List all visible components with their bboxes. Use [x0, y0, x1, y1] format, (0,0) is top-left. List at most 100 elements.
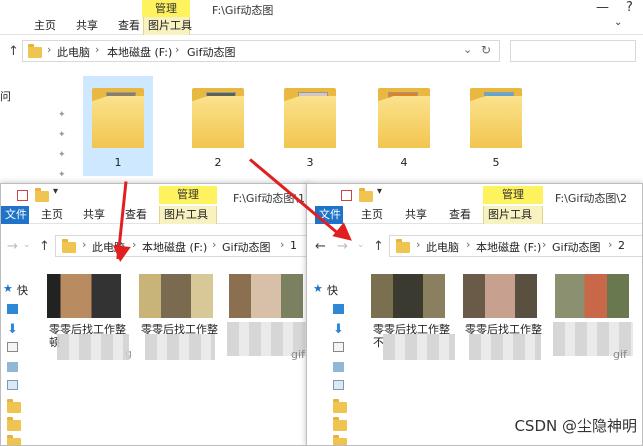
- document-icon: [7, 342, 18, 352]
- breadcrumb-gif[interactable]: Gif动态图: [187, 44, 235, 60]
- back-arrow-icon[interactable]: →: [7, 239, 18, 254]
- folder-icon: [7, 399, 21, 413]
- tab-file[interactable]: 文件: [1, 206, 29, 224]
- tab-share[interactable]: 共享: [79, 206, 109, 224]
- this-pc-icon: [333, 380, 344, 390]
- sidebar-item-quick[interactable]: 快: [327, 282, 338, 298]
- breadcrumb-folder[interactable]: 1: [290, 239, 297, 252]
- folder-label: 3: [306, 156, 314, 169]
- tab-home[interactable]: 主页: [357, 206, 387, 224]
- blurred-text: [57, 334, 129, 360]
- dropdown-icon[interactable]: ⌄: [463, 43, 472, 56]
- tab-home[interactable]: 主页: [30, 17, 60, 35]
- recent-dropdown-icon[interactable]: ⌄: [357, 240, 365, 250]
- folder-icon: [333, 399, 347, 413]
- folder-1-window: ▾ 管理 F:\Gif动态图\1 文件 主页 共享 查看 图片工具 → ⌄ ↑ …: [0, 183, 310, 446]
- pin-icon: ✦: [58, 150, 66, 160]
- document-icon: [333, 342, 344, 352]
- search-input[interactable]: [510, 40, 636, 62]
- new-folder-icon[interactable]: [35, 188, 49, 202]
- window-title: F:\Gif动态图: [212, 4, 274, 17]
- help-icon[interactable]: ?: [626, 0, 633, 15]
- file-label-tail: gif: [291, 348, 305, 361]
- pin-icon: ✦: [58, 170, 66, 180]
- quick-access-icon[interactable]: ★: [313, 282, 323, 295]
- gif-thumbnail[interactable]: [47, 274, 121, 318]
- folder-icon: [333, 417, 347, 431]
- new-folder-icon[interactable]: [359, 188, 373, 202]
- breadcrumb-drive[interactable]: 本地磁盘 (F:): [476, 239, 541, 255]
- folder-2-window: ▾ 管理 F:\Gif动态图\2 文件 主页 共享 查看 图片工具 ← → ⌄ …: [306, 183, 643, 446]
- address-bar[interactable]: › 此电脑 › 本地磁盘 (F:) › Gif动态图 ⌄ ↻: [22, 40, 500, 62]
- folder-icon: [62, 239, 76, 253]
- address-bar[interactable]: › 此电脑 › 本地磁盘 (F:) › Gif动态图 › 2: [389, 235, 642, 257]
- folder-label: 2: [214, 156, 222, 169]
- download-icon[interactable]: ⬇: [7, 322, 18, 337]
- folder-2[interactable]: [188, 82, 248, 152]
- breadcrumb-gif[interactable]: Gif动态图: [552, 239, 600, 255]
- desktop-icon: [7, 304, 18, 314]
- context-tab-header[interactable]: 管理: [142, 0, 190, 18]
- tab-home[interactable]: 主页: [37, 206, 67, 224]
- tab-view[interactable]: 查看: [445, 206, 475, 224]
- gif-thumbnail[interactable]: [371, 274, 445, 318]
- tab-share[interactable]: 共享: [401, 206, 431, 224]
- pin-icon: ✦: [58, 130, 66, 140]
- back-arrow-icon[interactable]: ←: [315, 239, 326, 254]
- refresh-icon[interactable]: ↻: [481, 43, 491, 57]
- picture-icon: [7, 362, 18, 372]
- blurred-text: [383, 334, 455, 360]
- blurred-text: [469, 334, 541, 360]
- chevron-down-icon[interactable]: ⌄: [614, 17, 622, 28]
- breadcrumb-this-pc[interactable]: 此电脑: [426, 239, 459, 255]
- blurred-text: [145, 334, 215, 360]
- sidebar-fragment[interactable]: 问: [0, 88, 11, 104]
- quick-access-dropdown-icon[interactable]: ▾: [377, 186, 382, 197]
- pin-icon: ✦: [58, 110, 66, 120]
- this-pc-icon: [7, 380, 18, 390]
- folder-icon: [396, 239, 410, 253]
- breadcrumb-folder[interactable]: 2: [618, 239, 625, 252]
- properties-icon[interactable]: [17, 190, 28, 201]
- tab-picture-tools[interactable]: 图片工具: [159, 206, 217, 224]
- gif-thumbnail[interactable]: [555, 274, 629, 318]
- download-icon[interactable]: ⬇: [333, 322, 344, 337]
- tab-view[interactable]: 查看: [121, 206, 151, 224]
- sidebar-item-quick[interactable]: 快: [17, 282, 28, 298]
- properties-icon[interactable]: [341, 190, 352, 201]
- recent-dropdown-icon[interactable]: ⌄: [23, 240, 31, 250]
- breadcrumb-drive[interactable]: 本地磁盘 (F:): [142, 239, 207, 255]
- quick-access-dropdown-icon[interactable]: ▾: [53, 186, 58, 197]
- folder-1[interactable]: [88, 82, 148, 152]
- up-arrow-icon[interactable]: ↑: [8, 44, 19, 59]
- quick-access-icon[interactable]: ★: [3, 282, 13, 295]
- folder-3[interactable]: [280, 82, 340, 152]
- folder-icon: [28, 44, 42, 58]
- up-arrow-icon[interactable]: ↑: [373, 239, 384, 254]
- folder-icon: [333, 435, 347, 445]
- folder-5[interactable]: [466, 82, 526, 152]
- context-tab-header[interactable]: 管理: [159, 186, 217, 204]
- file-label-tail: gif: [613, 348, 627, 361]
- window-title: F:\Gif动态图\2: [555, 192, 628, 205]
- folder-label: 5: [492, 156, 500, 169]
- folder-icon: [7, 435, 21, 445]
- folder-label: 4: [400, 156, 408, 169]
- gif-thumbnail[interactable]: [463, 274, 537, 318]
- context-tab-header[interactable]: 管理: [483, 186, 543, 204]
- tab-picture-tools[interactable]: 图片工具: [143, 17, 192, 35]
- folder-label: 1: [114, 156, 122, 169]
- breadcrumb-gif[interactable]: Gif动态图: [222, 239, 270, 255]
- minimize-icon[interactable]: —: [596, 0, 609, 15]
- tab-view[interactable]: 查看: [114, 17, 144, 35]
- picture-icon: [333, 362, 344, 372]
- gif-thumbnail[interactable]: [229, 274, 303, 318]
- tab-picture-tools[interactable]: 图片工具: [483, 206, 543, 224]
- breadcrumb-this-pc[interactable]: 此电脑: [57, 44, 90, 60]
- tab-share[interactable]: 共享: [72, 17, 102, 35]
- folder-4[interactable]: [374, 82, 434, 152]
- gif-thumbnail[interactable]: [139, 274, 213, 318]
- up-arrow-icon[interactable]: ↑: [39, 239, 50, 254]
- breadcrumb-drive[interactable]: 本地磁盘 (F:): [107, 44, 172, 60]
- address-bar[interactable]: › 此电脑 › 本地磁盘 (F:) › Gif动态图 › 1: [55, 235, 309, 257]
